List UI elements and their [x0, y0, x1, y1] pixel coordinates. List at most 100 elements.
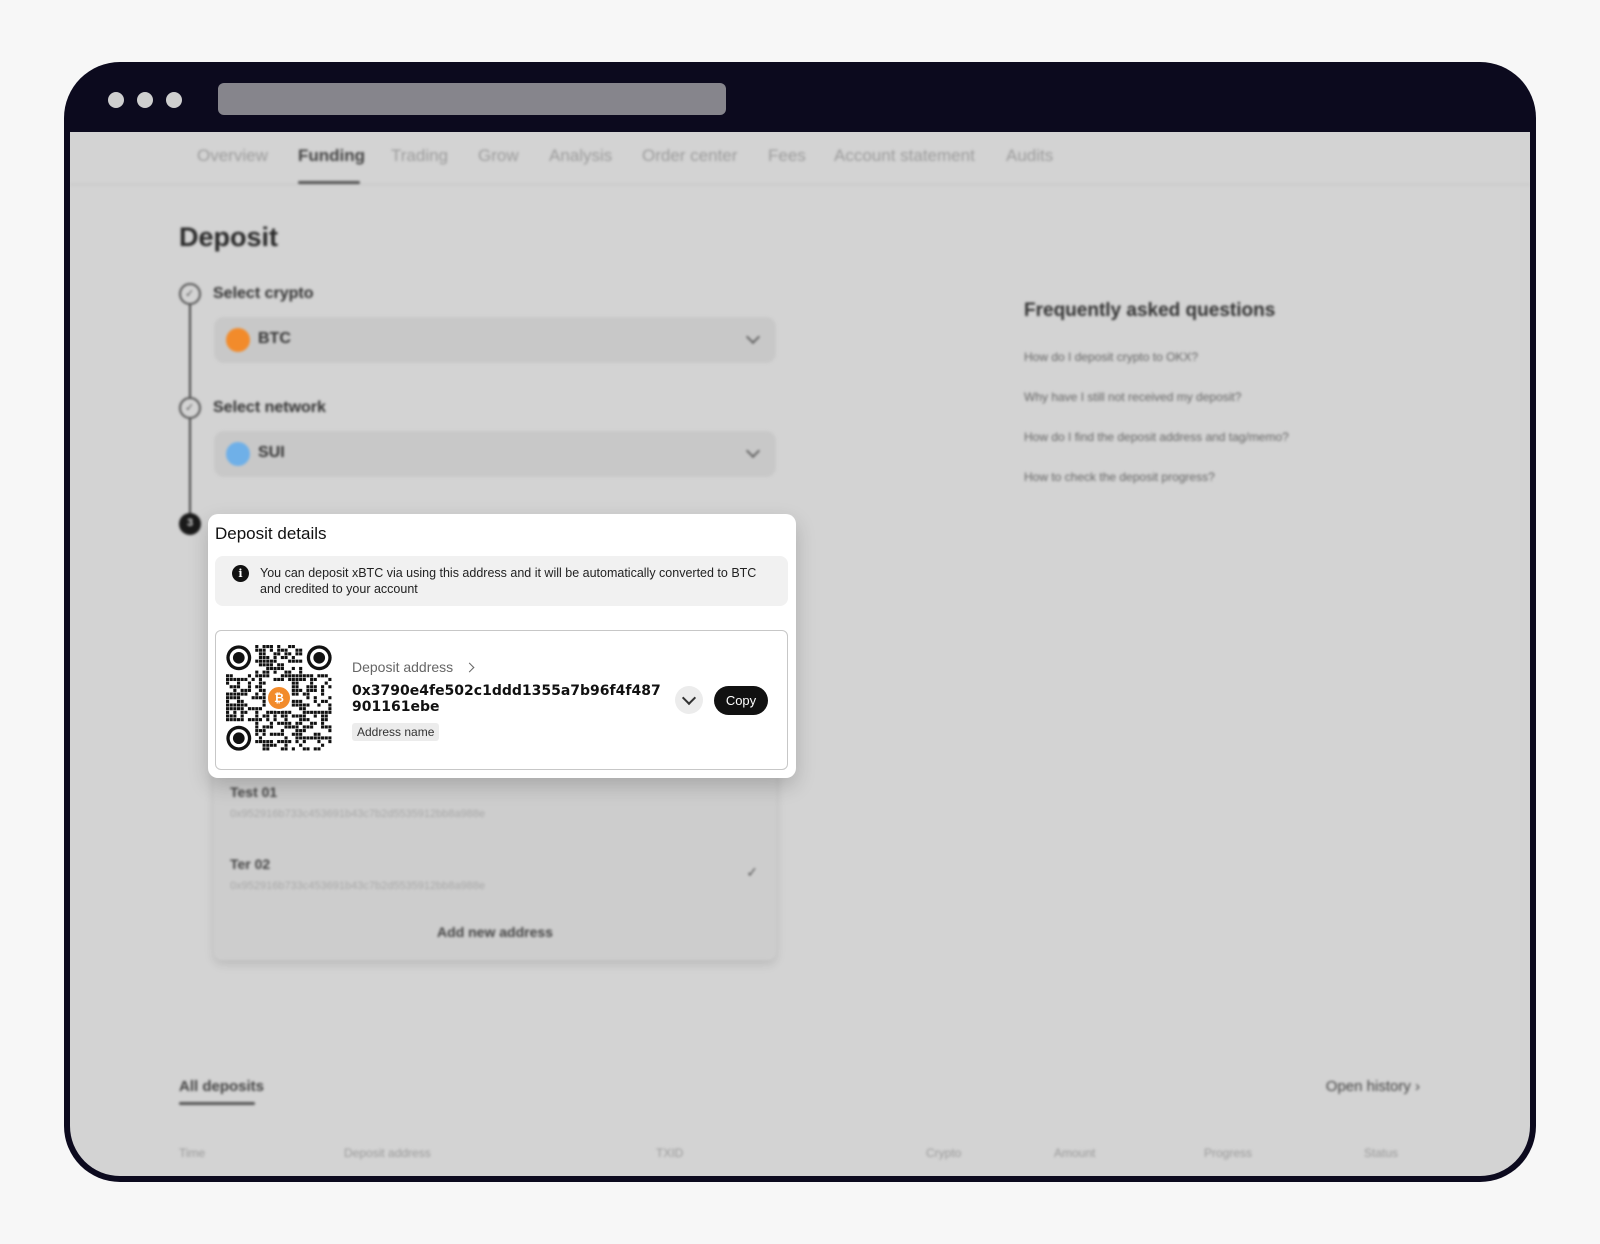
qr-module — [233, 707, 237, 711]
qr-module — [280, 648, 284, 652]
tab-all-deposits[interactable]: All deposits — [179, 1078, 264, 1095]
qr-module — [321, 721, 325, 725]
url-bar[interactable] — [218, 83, 726, 115]
qr-module — [291, 703, 295, 707]
tab-account-statement[interactable]: Account statement — [834, 146, 975, 166]
qr-module — [291, 714, 295, 718]
qr-module — [299, 721, 303, 725]
qr-module — [302, 747, 306, 751]
qr-module — [280, 663, 284, 667]
faq-panel: Frequently asked questions How do I depo… — [1012, 282, 1392, 490]
qr-finder — [313, 651, 326, 664]
qr-module — [266, 670, 270, 674]
qr-module — [306, 688, 310, 692]
qr-module — [266, 710, 270, 714]
qr-module — [229, 707, 233, 711]
qr-module — [284, 648, 288, 652]
qr-module — [262, 703, 266, 707]
qr-module — [321, 725, 325, 729]
deposit-address-label[interactable]: Deposit address — [352, 659, 453, 675]
qr-module — [269, 710, 273, 714]
qr-module — [258, 663, 263, 667]
qr-module — [321, 685, 325, 689]
qr-module — [288, 740, 292, 744]
crypto-select[interactable]: BTC — [214, 317, 776, 363]
qr-module — [324, 681, 328, 685]
open-history-link[interactable]: Open history › — [1326, 1078, 1420, 1095]
qr-module — [251, 696, 255, 700]
step1-check-icon: ✓ — [179, 283, 201, 305]
qr-module — [288, 721, 292, 725]
qr-module — [262, 743, 266, 747]
qr-module — [284, 725, 288, 729]
qr-module — [262, 747, 266, 751]
qr-module — [284, 670, 288, 674]
qr-module — [226, 681, 230, 685]
qr-module — [273, 743, 277, 747]
window-zoom-dot[interactable] — [166, 92, 182, 108]
qr-module — [273, 659, 277, 663]
faq-link[interactable]: How to check the deposit progress? — [1024, 470, 1215, 484]
qr-module — [269, 743, 273, 747]
deposit-address-value: 0x3790e4fe502c1ddd1355a7b96f4f487901161e… — [352, 683, 661, 715]
tab-funding[interactable]: Funding — [298, 146, 365, 166]
qr-module — [302, 740, 306, 744]
qr-finder — [232, 732, 245, 745]
qr-module — [291, 659, 295, 663]
add-new-address-button[interactable]: Add new address — [214, 924, 776, 940]
qr-module — [255, 725, 259, 729]
qr-module — [255, 710, 259, 714]
qr-module — [236, 699, 241, 703]
tab-grow[interactable]: Grow — [478, 146, 519, 166]
qr-module — [233, 696, 237, 700]
qr-module — [226, 699, 230, 703]
tab-order-center[interactable]: Order center — [642, 146, 737, 166]
tab-audits[interactable]: Audits — [1006, 146, 1053, 166]
qr-module — [269, 663, 273, 667]
qr-module — [266, 645, 270, 649]
qr-module — [273, 677, 277, 682]
qr-module — [280, 655, 284, 660]
qr-module — [284, 655, 288, 660]
tab-trading[interactable]: Trading — [391, 146, 448, 166]
tab-analysis[interactable]: Analysis — [549, 146, 612, 166]
deposit-address-card: ₿ Deposit address 0x3790e4fe502c1ddd1355… — [215, 630, 788, 770]
qr-module — [328, 710, 332, 714]
qr-module — [255, 696, 259, 700]
qr-module — [284, 718, 288, 722]
qr-module — [302, 677, 306, 682]
qr-module — [299, 666, 303, 671]
qr-module — [266, 663, 270, 667]
qr-module — [240, 699, 244, 703]
window-minimize-dot[interactable] — [137, 92, 153, 108]
qr-module — [236, 696, 241, 700]
faq-link[interactable]: Why have I still not received my deposit… — [1024, 390, 1241, 404]
qr-module — [226, 674, 230, 678]
qr-module — [310, 674, 314, 678]
qr-module — [247, 685, 252, 689]
qr-module — [255, 645, 259, 649]
address-dropdown-button[interactable] — [675, 686, 703, 714]
faq-link[interactable]: How do I deposit crypto to OKX? — [1024, 350, 1198, 364]
tab-fees[interactable]: Fees — [768, 146, 806, 166]
qr-module — [295, 699, 299, 703]
column-header: Time — [179, 1146, 206, 1160]
qr-module — [255, 685, 259, 689]
active-tab-indicator — [298, 181, 360, 184]
faq-link[interactable]: How do I find the deposit address and ta… — [1024, 430, 1289, 444]
qr-module — [306, 725, 310, 729]
qr-module — [277, 732, 281, 736]
qr-module — [324, 674, 328, 678]
chevron-right-icon[interactable] — [464, 662, 475, 673]
network-select[interactable]: SUI — [214, 431, 776, 477]
qr-module — [258, 707, 263, 711]
qr-module — [295, 740, 299, 744]
qr-module — [233, 710, 237, 714]
qr-module — [258, 677, 263, 682]
copy-button[interactable]: Copy — [714, 686, 768, 715]
qr-module — [262, 729, 266, 733]
address-name[interactable]: Test 01 — [230, 784, 277, 800]
tab-overview[interactable]: Overview — [197, 146, 268, 166]
address-name[interactable]: Ter 02 — [230, 856, 270, 872]
window-close-dot[interactable] — [108, 92, 124, 108]
